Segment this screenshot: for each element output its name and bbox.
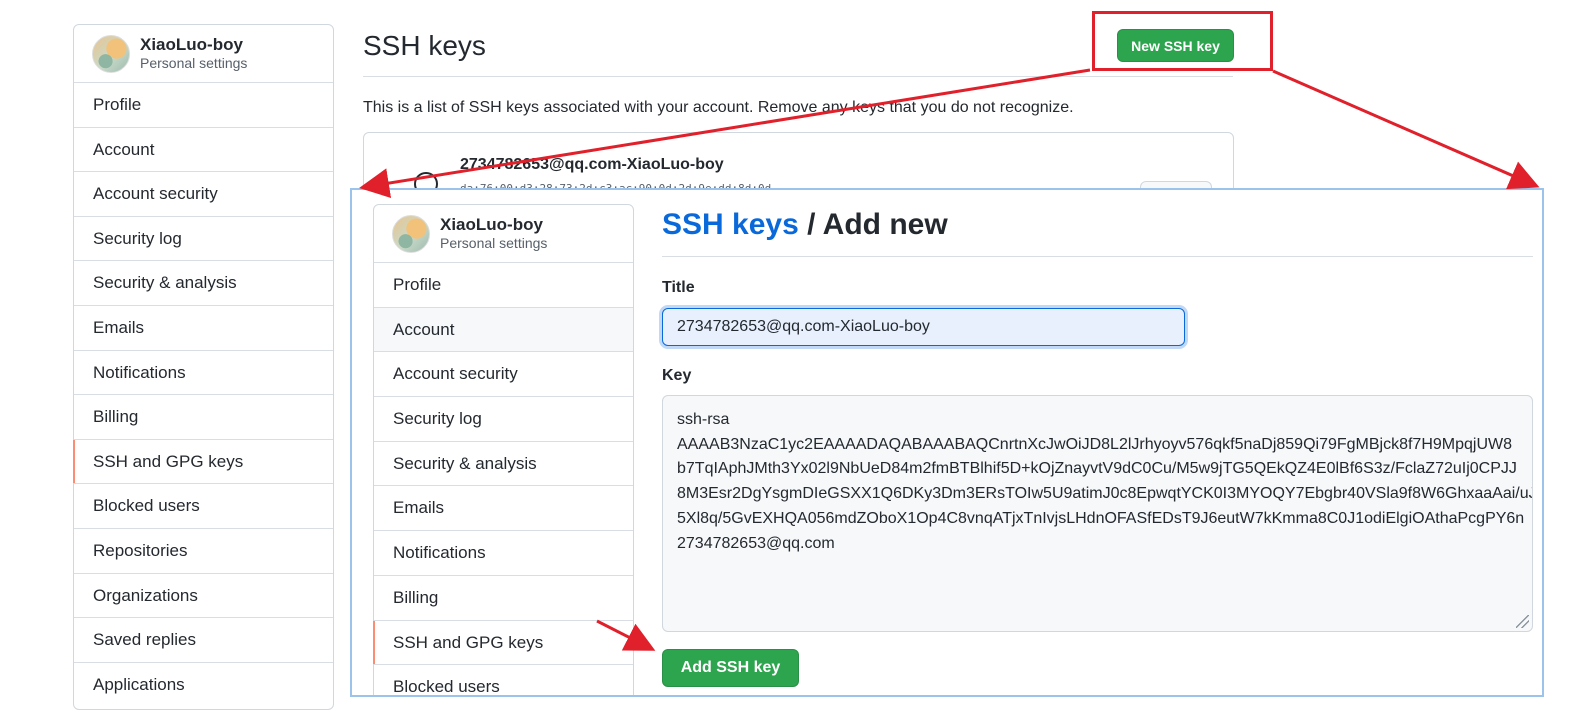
sidebar-item-organizations[interactable]: Organizations — [74, 574, 333, 619]
heading-divider — [662, 256, 1533, 257]
sidebar-item-account-security[interactable]: Account security — [74, 172, 333, 217]
ssh-keys-description: This is a list of SSH keys associated wi… — [363, 99, 1074, 116]
textarea-resize-handle[interactable] — [1516, 615, 1529, 628]
sidebar-item-blocked-users[interactable]: Blocked users — [374, 665, 633, 695]
add-ssh-key-screenshot: XiaoLuo-boy Personal settings Profile Acc… — [350, 188, 1544, 697]
title-divider — [363, 76, 1233, 77]
key-textarea[interactable]: ssh-rsa AAAAB3NzaC1yc2EAAAADAQABAAABAQCnr… — [662, 395, 1533, 632]
sidebar-item-emails[interactable]: Emails — [374, 486, 633, 532]
breadcrumb-current: Add new — [822, 208, 948, 241]
sidebar-item-profile[interactable]: Profile — [374, 263, 633, 308]
sidebar-item-repositories[interactable]: Repositories — [74, 529, 333, 574]
sidebar-item-notifications[interactable]: Notifications — [74, 351, 333, 396]
sidebar-item-applications[interactable]: Applications — [74, 663, 333, 708]
sidebar-item-account[interactable]: Account — [74, 128, 333, 173]
key-text-line: ssh-rsa — [677, 411, 730, 428]
username: XiaoLuo-boy — [140, 35, 243, 54]
key-label: Key — [662, 367, 692, 384]
sidebar-item-ssh-and-gpg-keys[interactable]: SSH and GPG keys — [373, 620, 633, 666]
sidebar-item-notifications[interactable]: Notifications — [374, 531, 633, 576]
arrow-to-overlay-right — [1272, 69, 1540, 190]
page-title: SSH keys — [363, 30, 486, 61]
sidebar-user-header[interactable]: XiaoLuo-boy Personal settings — [374, 205, 633, 263]
title-label: Title — [662, 279, 695, 296]
sidebar-item-account[interactable]: Account — [374, 307, 633, 353]
add-ssh-key-button[interactable]: Add SSH key — [662, 649, 799, 687]
key-text-line: b7TqIAphJMth3Yx02l9NbUeD84m2fmBTBlhif5D+… — [677, 460, 1517, 478]
sidebar-item-account-security[interactable]: Account security — [374, 352, 633, 398]
settings-sidebar: XiaoLuo-boy Personal settings Profile Acc… — [73, 24, 334, 710]
breadcrumb-ssh-keys-link[interactable]: SSH keys — [662, 208, 799, 241]
breadcrumb-separator: / — [798, 208, 823, 241]
sidebar-item-billing[interactable]: Billing — [74, 395, 333, 440]
key-text-line: 8M3Esr2DgYsgmDIeGSXX1Q6DKy3Dm3ERsTOIw5U9… — [677, 485, 1533, 503]
sidebar-item-saved-replies[interactable]: Saved replies — [74, 618, 333, 663]
key-text-line: AAAAB3NzaC1yc2EAAAADAQABAAABAQCnrtnXcJwO… — [677, 435, 1513, 453]
personal-settings-label: Personal settings — [440, 235, 548, 251]
overlay-settings-sidebar: XiaoLuo-boy Personal settings Profile Acc… — [373, 204, 634, 695]
sidebar-item-blocked-users[interactable]: Blocked users — [74, 484, 333, 529]
sidebar-item-security-analysis[interactable]: Security & analysis — [374, 442, 633, 487]
sidebar-item-billing[interactable]: Billing — [374, 576, 633, 621]
key-text-line: 5Xl8q/5GvEXHQA056mdZOboX1Op4C8vnqATjxTnI… — [677, 509, 1525, 527]
sidebar-item-profile[interactable]: Profile — [74, 83, 333, 128]
title-input[interactable] — [662, 308, 1185, 346]
sidebar-item-security-log[interactable]: Security log — [374, 397, 633, 442]
sidebar-item-emails[interactable]: Emails — [74, 306, 333, 351]
sidebar-item-ssh-and-gpg-keys[interactable]: SSH and GPG keys — [73, 439, 333, 485]
key-text-line: 2734782653@qq.com — [677, 534, 835, 552]
ssh-key-title: 2734782653@qq.com-XiaoLuo-boy — [460, 156, 724, 173]
personal-settings-label: Personal settings — [140, 55, 248, 71]
avatar — [92, 34, 130, 73]
new-key-highlight-box — [1092, 11, 1273, 71]
sidebar-user-header[interactable]: XiaoLuo-boy Personal settings — [74, 25, 333, 83]
username: XiaoLuo-boy — [440, 215, 543, 234]
sidebar-item-security-analysis[interactable]: Security & analysis — [74, 261, 333, 306]
add-new-heading: SSH keys / Add new — [662, 208, 948, 242]
avatar — [392, 214, 430, 253]
sidebar-item-security-log[interactable]: Security log — [74, 217, 333, 262]
